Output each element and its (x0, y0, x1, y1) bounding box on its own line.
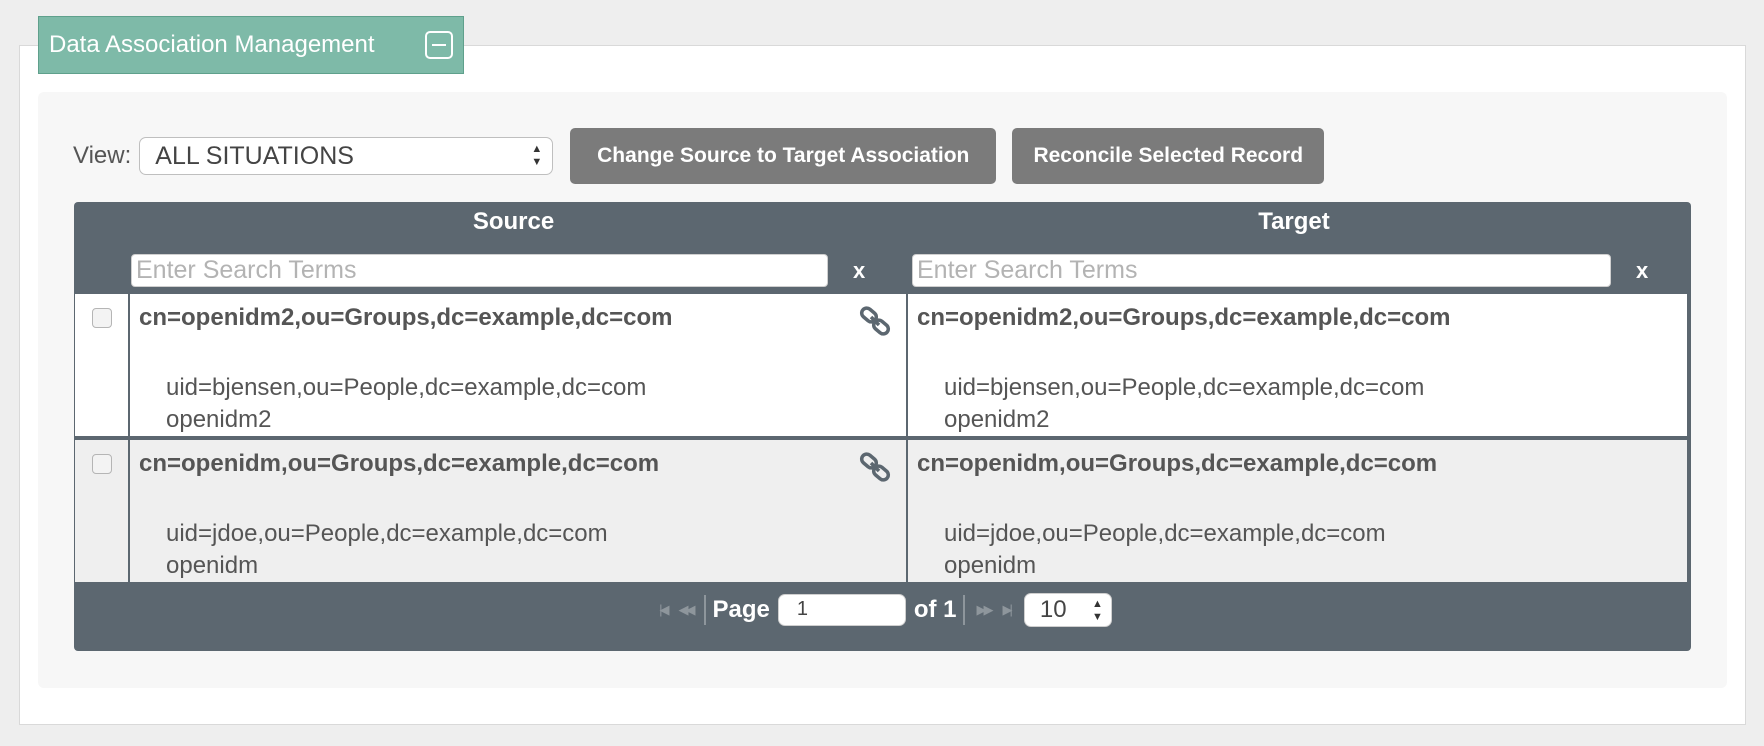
source-member: uid=bjensen,ou=People,dc=example,dc=com (166, 374, 647, 401)
target-dn: cn=openidm2,ou=Groups,dc=example,dc=com (917, 304, 1451, 331)
target-cell: cn=openidm,ou=Groups,dc=example,dc=com u… (908, 440, 1687, 582)
first-page-icon[interactable]: |◀ (659, 602, 670, 618)
pager-separator (704, 594, 707, 625)
panel-title: Data Association Management (49, 31, 375, 58)
source-cell: cn=openidm2,ou=Groups,dc=example,dc=com … (130, 294, 908, 436)
select-arrows-icon: ▲ ▼ (531, 143, 543, 168)
select-arrows-icon: ▲ ▼ (1092, 597, 1103, 623)
target-cn: openidm (944, 552, 1037, 579)
target-search-input[interactable]: Enter Search Terms (912, 254, 1611, 287)
minus-square-icon[interactable] (425, 31, 453, 59)
source-cn: openidm (166, 552, 259, 579)
page-size-select[interactable]: 10 ▲ ▼ (1023, 592, 1112, 627)
target-column-header: Target (1258, 208, 1330, 235)
row-select-cell (75, 294, 130, 436)
pager: |◀ ◀◀ Page 1 of 1 ▶▶ ▶| 10 ▲ ▼ (74, 584, 1691, 635)
next-page-icon[interactable]: ▶▶ (977, 602, 994, 618)
source-search-input[interactable]: Enter Search Terms (131, 254, 828, 287)
row-checkbox[interactable] (92, 454, 112, 474)
source-search-clear-button[interactable]: x (853, 258, 865, 284)
change-association-button[interactable]: Change Source to Target Association (570, 128, 997, 184)
target-cell: cn=openidm2,ou=Groups,dc=example,dc=com … (908, 294, 1687, 436)
reconcile-button[interactable]: Reconcile Selected Record (1012, 128, 1325, 184)
source-column-header: Source (472, 208, 555, 235)
table-row[interactable]: cn=openidm2,ou=Groups,dc=example,dc=com … (75, 294, 1687, 438)
view-select-value: ALL SITUATIONS (155, 141, 354, 170)
target-member: uid=bjensen,ou=People,dc=example,dc=com (944, 374, 1425, 401)
source-cell: cn=openidm,ou=Groups,dc=example,dc=com u… (130, 440, 908, 582)
pager-separator (962, 594, 965, 625)
page-total: of 1 (913, 595, 957, 623)
row-select-cell (75, 440, 130, 582)
target-search-clear-button[interactable]: x (1636, 258, 1648, 284)
last-page-icon[interactable]: ▶| (1003, 602, 1014, 618)
target-dn: cn=openidm,ou=Groups,dc=example,dc=com (917, 450, 1438, 477)
target-member: uid=jdoe,ou=People,dc=example,dc=com (944, 520, 1386, 547)
link-icon[interactable] (858, 304, 892, 338)
table-row[interactable]: cn=openidm,ou=Groups,dc=example,dc=com u… (75, 440, 1687, 584)
source-member: uid=jdoe,ou=People,dc=example,dc=com (166, 520, 608, 547)
row-checkbox[interactable] (92, 308, 112, 328)
source-cn: openidm2 (166, 406, 272, 433)
target-cn: openidm2 (944, 406, 1050, 433)
view-label: View: (73, 142, 132, 169)
view-select[interactable]: ALL SITUATIONS ▲ ▼ (139, 137, 554, 175)
panel-header: Data Association Management (38, 16, 464, 74)
source-dn: cn=openidm2,ou=Groups,dc=example,dc=com (139, 304, 673, 331)
link-icon[interactable] (858, 450, 892, 484)
page-size-value: 10 (1039, 595, 1067, 623)
toolbar: View: ALL SITUATIONS ▲ ▼ Change Source to… (73, 128, 1325, 184)
prev-page-icon[interactable]: ◀◀ (678, 602, 695, 618)
source-dn: cn=openidm,ou=Groups,dc=example,dc=com (139, 450, 660, 477)
page-number-input[interactable]: 1 (777, 593, 906, 626)
page-label: Page (712, 595, 770, 623)
